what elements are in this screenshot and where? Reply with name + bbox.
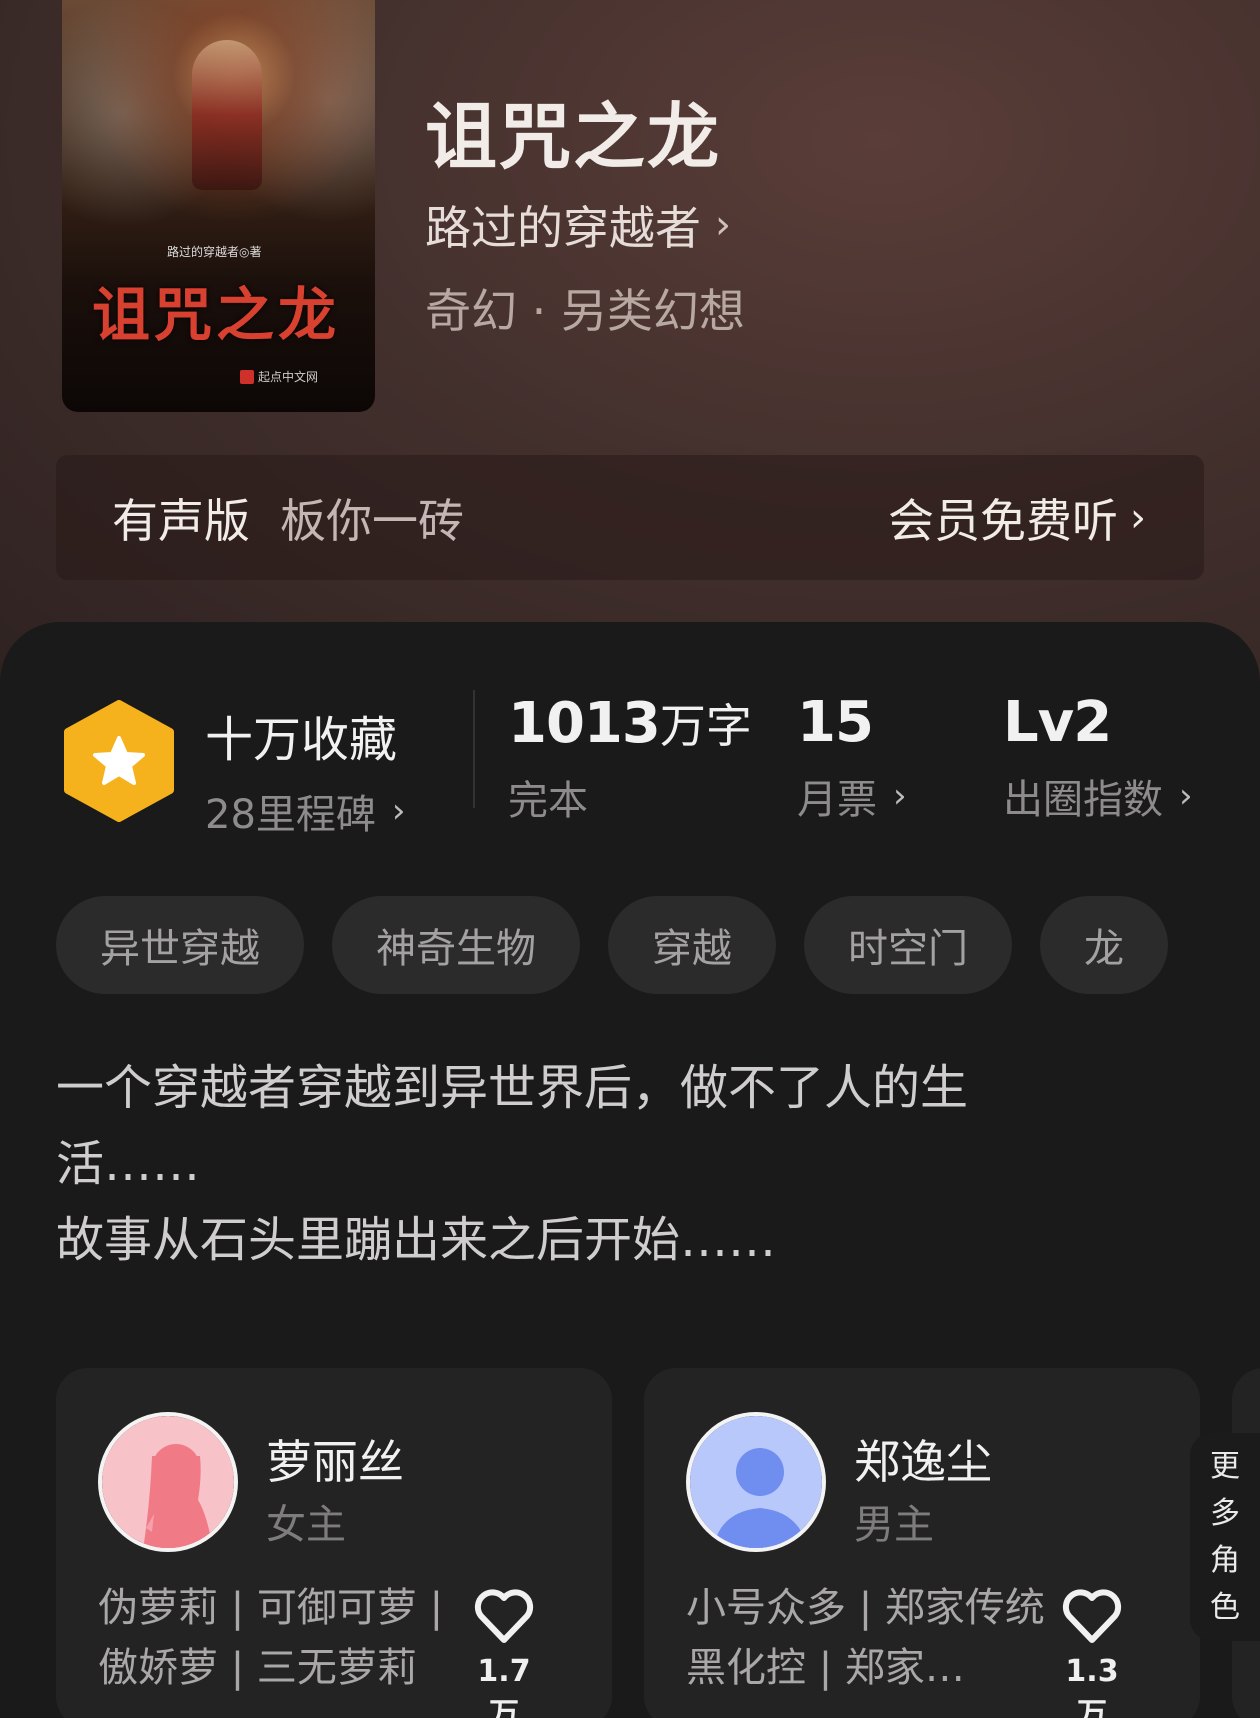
influence-level: Lv2 (1003, 690, 1112, 755)
status-label: 完本 (508, 778, 588, 824)
synopsis-line: 故事从石头里蹦出来之后开始…… (56, 1212, 777, 1268)
star-hexagon-icon[interactable] (62, 700, 176, 822)
character-name: 郑逸尘 (854, 1435, 992, 1489)
heart-outline-icon (1062, 1589, 1122, 1643)
author-name: 路过的穿越者 (425, 201, 701, 255)
book-cover[interactable]: 路过的穿越者◎著 诅咒之龙 起点中文网 (62, 0, 375, 412)
character-role: 女主 (266, 1502, 346, 1548)
book-header: 路过的穿越者◎著 诅咒之龙 起点中文网 诅咒之龙 路过的穿越者 › 奇幻 · 另… (0, 0, 1260, 700)
character-avatar (98, 1412, 238, 1552)
character-role: 男主 (854, 1502, 934, 1548)
more-characters-char: 更 (1210, 1449, 1240, 1484)
book-title: 诅咒之龙 (425, 94, 722, 179)
character-card[interactable]: 郑逸尘 男主 小号众多 | 郑家传统黑化控 | 郑家… 1.3万 (644, 1368, 1200, 1718)
audio-label: 有声版 (112, 493, 250, 548)
character-like-button[interactable]: 1.7万 (464, 1588, 544, 1718)
synopsis[interactable]: 一个穿越者穿越到异世界后，做不了人的生活…… 故事从石头里蹦出来之后开始…… (56, 1050, 1096, 1278)
audiobook-bar[interactable]: 有声版 板你一砖 会员免费听 › (56, 455, 1204, 580)
favorites-stat[interactable]: 十万收藏 28里程碑 › (205, 700, 406, 840)
favorites-title: 十万收藏 (205, 712, 398, 768)
tag-chip[interactable]: 异世穿越 (56, 896, 304, 994)
publisher-logo-icon (240, 369, 254, 384)
tag-list: 异世穿越 神奇生物 穿越 时空门 龙 (56, 896, 1168, 994)
audio-narrator: 板你一砖 (280, 493, 464, 548)
status-completed: 完本 (508, 768, 752, 826)
synopsis-line: 一个穿越者穿越到异世界后，做不了人的生活…… (56, 1060, 969, 1192)
character-card[interactable]: 萝丽丝 女主 伪萝莉 | 可御可萝 | 傲娇萝 | 三无萝莉 1.7万 (56, 1368, 612, 1718)
influence-label: 出圈指数 (1003, 777, 1163, 823)
chevron-right-icon: › (893, 776, 907, 816)
character-avatar (686, 1412, 826, 1552)
cover-figure (192, 40, 262, 190)
tag-chip[interactable]: 时空门 (804, 896, 1012, 994)
character-like-count: 1.3万 (1065, 1654, 1119, 1718)
cover-author-line: 路过的穿越者◎著 (167, 245, 262, 259)
milestone-label: 28里程碑 (205, 792, 376, 838)
word-count-number: 1013 (508, 691, 661, 756)
word-count-stat: 1013 万字 完本 (508, 690, 752, 826)
tag-chip[interactable]: 神奇生物 (332, 896, 580, 994)
character-tags: 伪萝莉 | 可御可萝 | 傲娇萝 | 三无萝莉 (98, 1585, 444, 1691)
heart-outline-icon (474, 1589, 534, 1643)
female-silhouette-icon (102, 1416, 234, 1548)
more-characters-char: 多 (1210, 1496, 1240, 1531)
character-like-button[interactable]: 1.3万 (1052, 1588, 1132, 1718)
male-silhouette-icon (690, 1416, 822, 1548)
influence-index-stat[interactable]: Lv2 出圈指数 › (1003, 690, 1193, 825)
monthly-ticket-number: 15 (797, 690, 874, 755)
more-characters-button[interactable]: 更 多 角 色 (1190, 1433, 1260, 1641)
chevron-right-icon: › (715, 202, 731, 248)
stat-divider (473, 690, 475, 808)
word-count-unit: 万字 (659, 699, 752, 753)
more-characters-char: 角 (1210, 1543, 1240, 1578)
chevron-right-icon: › (391, 791, 406, 831)
cover-publisher-name: 起点中文网 (258, 370, 319, 384)
monthly-ticket-stat[interactable]: 15 月票 › (797, 690, 907, 825)
author-link[interactable]: 路过的穿越者 › (425, 192, 731, 258)
tag-chip[interactable]: 龙 (1040, 896, 1168, 994)
member-listen-button[interactable]: 会员免费听 › (888, 485, 1146, 551)
chevron-right-icon: › (1179, 776, 1193, 816)
cover-publisher: 起点中文网 (240, 368, 318, 385)
more-characters-char: 色 (1210, 1590, 1240, 1625)
member-listen-label: 会员免费听 (888, 493, 1118, 548)
tag-chip[interactable]: 穿越 (608, 896, 776, 994)
character-tags: 小号众多 | 郑家传统黑化控 | 郑家… (686, 1585, 1045, 1691)
chevron-right-icon: › (1130, 494, 1146, 541)
cover-title: 诅咒之龙 (92, 281, 341, 349)
character-like-count: 1.7万 (477, 1654, 531, 1718)
monthly-ticket-label: 月票 (797, 777, 877, 823)
character-name: 萝丽丝 (266, 1435, 404, 1489)
book-genre: 奇幻 · 另类幻想 (425, 284, 745, 338)
milestone-link[interactable]: 28里程碑 › (205, 782, 406, 840)
